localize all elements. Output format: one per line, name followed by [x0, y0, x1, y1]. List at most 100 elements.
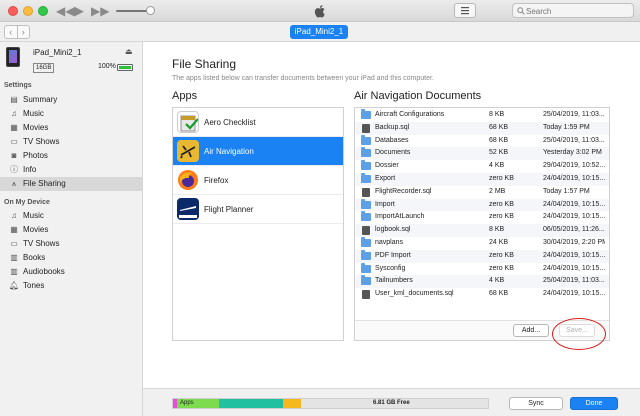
folder-icon [361, 249, 371, 260]
document-row[interactable]: Databases 68 KB 25/04/2019, 11:03... [355, 134, 609, 148]
document-row[interactable]: PDF Import zero KB 24/04/2019, 10:15... [355, 249, 609, 263]
list-icon [461, 7, 469, 15]
document-name: Dossier [375, 162, 399, 170]
document-size: 8 KB [489, 226, 505, 234]
sidebar: iPad_Mini2_1 ⏏ 16GB 100% Settings ▤ Summ… [0, 42, 143, 416]
forward-arrow-icon[interactable]: › [18, 26, 30, 38]
photos-icon: ◙ [11, 151, 17, 160]
document-row[interactable]: navplans 24 KB 30/04/2019, 2:20 PM [355, 237, 609, 250]
zoom-window-button[interactable] [38, 6, 48, 16]
document-row[interactable]: Sysconfig zero KB 24/04/2019, 10:15... [355, 262, 609, 276]
document-name: Backup.sql [375, 123, 410, 131]
document-size: zero KB [489, 251, 514, 259]
minimize-window-button[interactable] [23, 6, 33, 16]
capacity-badge: 16GB [33, 63, 55, 73]
document-row[interactable]: Aircraft Configurations 8 KB 25/04/2019,… [355, 109, 609, 122]
document-size: 68 KB [489, 123, 509, 131]
sidebar-item-summary[interactable]: ▤ Summary [0, 93, 142, 107]
volume-knob[interactable] [146, 6, 155, 15]
apple-logo-icon [314, 5, 325, 18]
storage-segment-teal [219, 399, 283, 408]
documents-list: Aircraft Configurations 8 KB 25/04/2019,… [354, 107, 610, 341]
document-row[interactable]: Tailnumbers 4 KB 25/04/2019, 11:03... [355, 275, 609, 289]
document-row[interactable]: Documents 52 KB Yesterday 3:02 PM [355, 147, 609, 161]
close-window-button[interactable] [8, 6, 18, 16]
sidebar-item-device-movies[interactable]: ▦ Movies [0, 223, 142, 237]
back-arrow-icon[interactable]: ‹ [5, 26, 18, 38]
document-row[interactable]: Backup.sql 68 KB Today 1:59 PM [355, 121, 609, 135]
tones-icon: 🔔︎ [8, 281, 20, 290]
document-name: Databases [375, 136, 409, 144]
list-view-button[interactable] [454, 3, 476, 18]
app-row-firefox[interactable]: Firefox [173, 166, 343, 195]
toolbar: ◀◀ ▶ ▶▶ [0, 0, 640, 22]
rewind-icon[interactable]: ◀◀ [56, 3, 74, 19]
document-row[interactable]: Export zero KB 24/04/2019, 10:15... [355, 173, 609, 186]
file-icon [362, 226, 370, 236]
tv-icon: ▭ [10, 137, 18, 146]
on-my-device-header: On My Device [4, 199, 50, 206]
document-name: PDF Import [375, 251, 411, 259]
sidebar-item-label: Photos [23, 151, 48, 160]
folder-icon [361, 173, 371, 183]
back-forward-buttons: ‹ › [4, 25, 30, 39]
document-size: zero KB [489, 264, 514, 272]
document-row[interactable]: User_kml_documents.sql 68 KB 24/04/2019,… [355, 288, 609, 301]
highlight-circle-annotation [552, 318, 606, 350]
document-date: 24/04/2019, 10:15... [543, 264, 605, 272]
page-title: File Sharing [172, 57, 237, 71]
movies-icon: ▦ [10, 123, 18, 132]
document-row[interactable]: Dossier 4 KB 29/04/2019, 10:52... [355, 160, 609, 173]
document-size: 68 KB [489, 136, 509, 144]
document-row[interactable]: FlightRecorder.sql 2 MB Today 1:57 PM [355, 186, 609, 199]
sidebar-item-audiobooks[interactable]: ▥ Audiobooks [0, 265, 142, 279]
folder-icon [361, 237, 371, 247]
sidebar-item-music[interactable]: ♫ Music [0, 107, 142, 121]
play-icon[interactable]: ▶ [74, 3, 84, 19]
document-date: 25/04/2019, 11:03... [543, 277, 605, 285]
sidebar-item-label: Movies [23, 123, 49, 132]
sidebar-item-tv-shows[interactable]: ▭ TV Shows [0, 135, 142, 149]
sidebar-item-photos[interactable]: ◙ Photos [0, 149, 142, 163]
search-field[interactable] [512, 3, 634, 18]
sidebar-item-tones[interactable]: 🔔︎ Tones [0, 279, 142, 293]
app-row-flight-planner[interactable]: Flight Planner [173, 195, 343, 224]
sync-button[interactable]: Sync [509, 397, 563, 410]
document-size: zero KB [489, 213, 514, 221]
app-label: Flight Planner [204, 205, 254, 214]
sidebar-item-info[interactable]: ⓘ Info [0, 163, 142, 177]
sidebar-item-label: Music [23, 109, 44, 118]
eject-icon[interactable]: ⏏ [125, 47, 133, 56]
movies-icon: ▦ [10, 225, 18, 234]
document-row[interactable]: ImportAtLaunch zero KB 24/04/2019, 10:15… [355, 211, 609, 224]
file-sharing-icon: ⩚ [11, 179, 17, 188]
ipad-icon [6, 47, 20, 67]
app-row-aero-checklist[interactable]: Aero Checklist [173, 108, 343, 137]
sidebar-item-movies[interactable]: ▦ Movies [0, 121, 142, 135]
aero-checklist-icon [177, 111, 199, 133]
document-size: 8 KB [489, 111, 505, 118]
document-date: Yesterday 3:02 PM [543, 149, 602, 157]
app-label: Air Navigation [204, 147, 254, 156]
document-row[interactable]: logbook.sql 8 KB 06/05/2019, 11:26... [355, 224, 609, 237]
sidebar-item-file-sharing[interactable]: ⩚ File Sharing [0, 177, 142, 191]
audiobooks-icon: ▥ [10, 267, 18, 276]
document-date: 24/04/2019, 10:15... [543, 200, 605, 208]
document-row[interactable]: Import zero KB 24/04/2019, 10:15... [355, 198, 609, 212]
add-button[interactable]: Add... [513, 324, 549, 337]
device-name: iPad_Mini2_1 [33, 48, 82, 57]
sidebar-item-device-music[interactable]: ♫ Music [0, 209, 142, 223]
sidebar-item-device-tv-shows[interactable]: ▭ TV Shows [0, 237, 142, 251]
document-date: 24/04/2019, 10:15... [543, 175, 605, 182]
folder-icon [361, 134, 371, 145]
done-button[interactable]: Done [570, 397, 618, 410]
document-date: 24/04/2019, 10:15... [543, 290, 605, 298]
tv-icon: ▭ [10, 239, 18, 248]
app-row-air-navigation[interactable]: Air Navigation [173, 137, 343, 166]
storage-segment-yellow [283, 399, 301, 408]
search-input[interactable] [526, 5, 630, 17]
fast-forward-icon[interactable]: ▶▶ [91, 3, 109, 19]
device-button[interactable]: iPad_Mini2_1 [290, 25, 348, 39]
sidebar-item-books[interactable]: ▥ Books [0, 251, 142, 265]
document-date: 30/04/2019, 2:20 PM [543, 239, 605, 246]
